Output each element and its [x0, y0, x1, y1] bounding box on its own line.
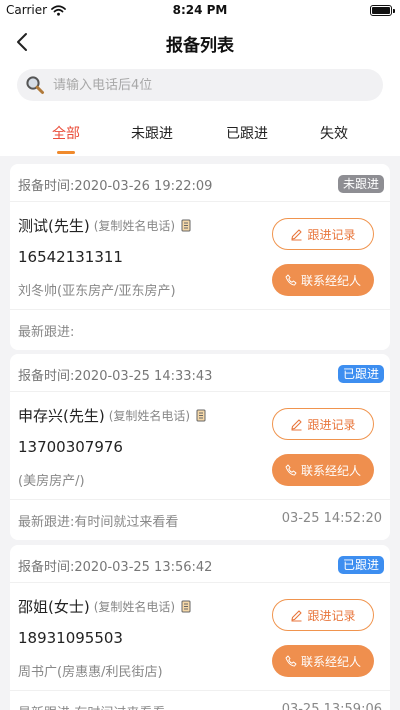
status-badge: 已跟进: [337, 556, 384, 574]
report-time: 报备时间:2020-03-26 19:22:09: [18, 179, 213, 194]
record-card[interactable]: 报备时间:2020-03-26 19:22:09 未跟进 测试(先生) (复制姓…: [10, 164, 390, 350]
customer-phone: 18931095503: [18, 629, 123, 647]
name-line: 测试(先生) (复制姓名电话): [18, 215, 191, 236]
contact-agent-label: 联系经纪人: [300, 654, 361, 669]
card-body: 测试(先生) (复制姓名电话) 16542131311 刘冬帅(亚东房产/亚东房…: [10, 202, 390, 310]
copy-name-phone-link[interactable]: (复制姓名电话): [109, 407, 190, 424]
edit-icon: [291, 418, 303, 431]
edit-icon: [291, 228, 303, 241]
search-box[interactable]: [17, 69, 383, 101]
card-body: 申存兴(先生) (复制姓名电话) 13700307976 (美房房产/) 跟进记…: [10, 392, 390, 500]
tab-all[interactable]: 全部: [52, 123, 80, 143]
latest-follow-up: 最新跟进:有时间就过来看看: [18, 515, 179, 530]
card-footer: 最新跟进:有时间就过来看看 03-25 14:52:20: [10, 500, 390, 540]
battery-icon: [370, 5, 395, 16]
customer-phone: 16542131311: [18, 248, 123, 266]
search-input[interactable]: [53, 77, 353, 93]
follow-record-button[interactable]: 跟进记录: [272, 599, 374, 631]
card-header: 报备时间:2020-03-25 13:56:42 已跟进: [10, 545, 390, 583]
agent-info: 周书广(房惠惠/利民街店): [18, 665, 163, 680]
latest-follow-up-time: 03-25 13:59:06: [281, 702, 382, 710]
phone-icon: [285, 464, 297, 476]
record-card[interactable]: 报备时间:2020-03-25 13:56:42 已跟进 邵姐(女士) (复制姓…: [10, 545, 390, 710]
tab-active-indicator: [57, 151, 75, 154]
follow-record-button[interactable]: 跟进记录: [272, 218, 374, 250]
follow-record-label: 跟进记录: [307, 608, 356, 623]
copy-icon[interactable]: [181, 219, 191, 232]
status-badge: 已跟进: [337, 365, 384, 383]
report-time: 报备时间:2020-03-25 14:33:43: [18, 369, 213, 384]
copy-name-phone-link[interactable]: (复制姓名电话): [94, 217, 175, 234]
follow-record-label: 跟进记录: [307, 417, 356, 432]
phone-icon: [285, 655, 297, 667]
search-bar: [0, 62, 400, 110]
edit-icon: [291, 609, 303, 622]
name-line: 邵姐(女士) (复制姓名电话): [18, 596, 191, 617]
latest-follow-up: 最新跟进:: [18, 325, 75, 340]
card-footer: 最新跟进:有时间过来看看 03-25 13:59:06: [10, 691, 390, 710]
tab-bar: 全部 未跟进 已跟进 失效: [0, 110, 400, 156]
contact-agent-label: 联系经纪人: [300, 463, 361, 478]
tab-not-followed[interactable]: 未跟进: [131, 123, 173, 143]
phone-icon: [285, 274, 297, 286]
contact-agent-button[interactable]: 联系经纪人: [272, 454, 374, 486]
copy-icon[interactable]: [181, 600, 191, 613]
customer-name: 测试(先生): [18, 217, 90, 235]
name-line: 申存兴(先生) (复制姓名电话): [18, 405, 206, 426]
nav-bar: 报备列表: [0, 22, 400, 62]
latest-follow-up-time: 03-25 14:52:20: [281, 511, 382, 526]
card-footer: 最新跟进:: [10, 310, 390, 350]
customer-name: 申存兴(先生): [18, 407, 105, 425]
latest-follow-up: 最新跟进:有时间过来看看: [18, 702, 165, 710]
customer-phone: 13700307976: [18, 438, 123, 456]
copy-name-phone-link[interactable]: (复制姓名电话): [94, 598, 175, 615]
follow-record-button[interactable]: 跟进记录: [272, 408, 374, 440]
copy-icon[interactable]: [196, 409, 206, 422]
status-time: 8:24 PM: [172, 3, 228, 17]
agent-info: 刘冬帅(亚东房产/亚东房产): [18, 284, 176, 299]
contact-agent-label: 联系经纪人: [300, 273, 361, 288]
contact-agent-button[interactable]: 联系经纪人: [272, 645, 374, 677]
card-header: 报备时间:2020-03-25 14:33:43 已跟进: [10, 354, 390, 392]
agent-info: (美房房产/): [18, 474, 85, 489]
contact-agent-button[interactable]: 联系经纪人: [272, 264, 374, 296]
tab-followed[interactable]: 已跟进: [226, 123, 268, 143]
status-bar: Carrier 8:24 PM: [0, 0, 400, 22]
customer-name: 邵姐(女士): [18, 598, 90, 616]
card-body: 邵姐(女士) (复制姓名电话) 18931095503 周书广(房惠惠/利民街店…: [10, 583, 390, 691]
status-badge: 未跟进: [337, 175, 384, 193]
page-title: 报备列表: [166, 36, 234, 56]
search-icon: [26, 76, 44, 94]
tab-invalid[interactable]: 失效: [320, 123, 348, 143]
follow-record-label: 跟进记录: [307, 227, 356, 242]
card-header: 报备时间:2020-03-26 19:22:09 未跟进: [10, 164, 390, 202]
record-card[interactable]: 报备时间:2020-03-25 14:33:43 已跟进 申存兴(先生) (复制…: [10, 354, 390, 540]
report-time: 报备时间:2020-03-25 13:56:42: [18, 560, 213, 575]
